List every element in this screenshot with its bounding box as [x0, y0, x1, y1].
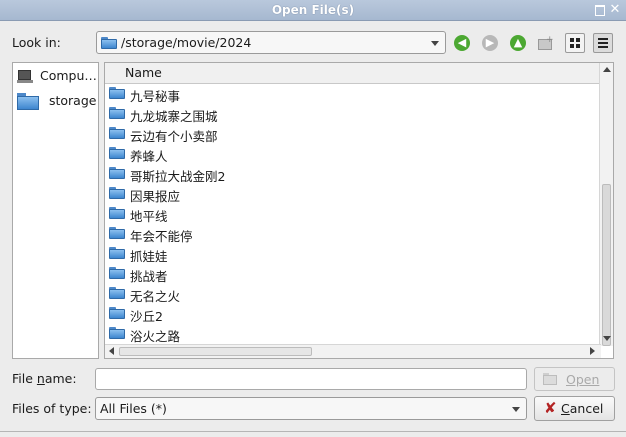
detail-view-icon[interactable]	[593, 33, 613, 53]
folder-open-icon	[543, 373, 557, 385]
column-header-name[interactable]: Name	[105, 63, 601, 84]
list-item[interactable]: 九龙城寨之围城	[105, 103, 601, 124]
folder-icon	[109, 147, 125, 159]
list-item[interactable]: 养蜂人	[105, 143, 601, 164]
horizontal-scrollbar[interactable]	[105, 344, 601, 358]
list-item[interactable]: 挑战者	[105, 263, 601, 284]
title-bar: Open File(s) ✕	[0, 0, 626, 21]
list-item[interactable]: 无名之火	[105, 283, 601, 304]
list-item[interactable]: 地平线	[105, 203, 601, 224]
folder-icon	[109, 107, 125, 119]
list-item[interactable]: 云边有个小卖部	[105, 123, 601, 144]
computer-icon	[17, 69, 33, 84]
list-item[interactable]: 哥斯拉大战金刚2	[105, 163, 601, 184]
list-item[interactable]: 抓娃娃	[105, 243, 601, 264]
scroll-left-icon[interactable]	[109, 347, 114, 355]
forward-arrow-icon[interactable]: ▶	[482, 35, 498, 51]
folder-icon	[109, 287, 125, 299]
parent-folder-icon[interactable]: ▲	[510, 35, 526, 51]
window-title: Open File(s)	[271, 3, 355, 17]
scroll-up-icon[interactable]	[603, 67, 611, 72]
chevron-down-icon	[512, 407, 520, 412]
sidebar: Compu… storage	[12, 62, 99, 359]
scroll-down-icon[interactable]	[603, 336, 611, 341]
sidebar-item-label: Compu…	[39, 68, 97, 83]
folder-icon	[109, 227, 125, 239]
list-item[interactable]: 九号秘事	[105, 83, 601, 104]
vertical-scroll-thumb[interactable]	[602, 184, 611, 346]
scroll-right-icon[interactable]	[590, 347, 595, 355]
look-in-path: /storage/movie/2024	[121, 35, 252, 50]
cancel-icon: ✘	[544, 399, 557, 417]
file-name-label: File name:	[12, 371, 77, 386]
folder-icon	[109, 187, 125, 199]
folder-icon	[101, 37, 117, 49]
folder-icon	[109, 167, 125, 179]
sidebar-item-storage[interactable]: storage	[17, 93, 96, 110]
list-item[interactable]: 沙丘2	[105, 303, 601, 324]
look-in-label: Look in:	[12, 35, 61, 50]
file-name: 浴火之路	[130, 329, 181, 344]
look-in-combo[interactable]: /storage/movie/2024	[96, 31, 446, 54]
folder-icon	[109, 207, 125, 219]
folder-icon	[109, 87, 125, 99]
list-item[interactable]: 年会不能停	[105, 223, 601, 244]
list-item[interactable]: 因果报应	[105, 183, 601, 204]
file-list[interactable]: Name 九号秘事 九龙城寨之围城 云边有个小卖部 养蜂人 哥斯拉大战金刚2 因果报应 地平…	[104, 62, 614, 359]
file-type-combo[interactable]: All Files (*)	[95, 397, 527, 420]
list-item[interactable]: 浴火之路	[105, 323, 601, 344]
chevron-down-icon	[431, 41, 439, 46]
sidebar-item-computer[interactable]: Compu…	[17, 68, 97, 84]
vertical-scrollbar[interactable]	[599, 63, 613, 346]
folder-icon	[109, 327, 125, 339]
new-folder-icon[interactable]: +	[538, 36, 554, 50]
cancel-button[interactable]: ✘ Cancel	[534, 396, 615, 421]
back-arrow-icon[interactable]: ◀	[454, 35, 470, 51]
maximize-icon[interactable]	[594, 4, 606, 16]
close-icon[interactable]: ✕	[609, 3, 621, 16]
file-rows: 九号秘事 九龙城寨之围城 云边有个小卖部 养蜂人 哥斯拉大战金刚2 因果报应 地平线 年会不能…	[105, 83, 601, 344]
folder-icon	[109, 267, 125, 279]
list-view-icon[interactable]	[565, 33, 585, 53]
folder-icon	[109, 307, 125, 319]
file-name-input[interactable]	[95, 368, 527, 390]
folder-icon	[109, 247, 125, 259]
files-of-type-label: Files of type:	[12, 401, 92, 416]
sidebar-item-label: storage	[48, 93, 97, 108]
open-button[interactable]: Open	[534, 367, 615, 391]
folder-icon	[17, 93, 39, 110]
status-border	[0, 431, 626, 432]
folder-icon	[109, 127, 125, 139]
horizontal-scroll-thumb[interactable]	[119, 347, 312, 356]
